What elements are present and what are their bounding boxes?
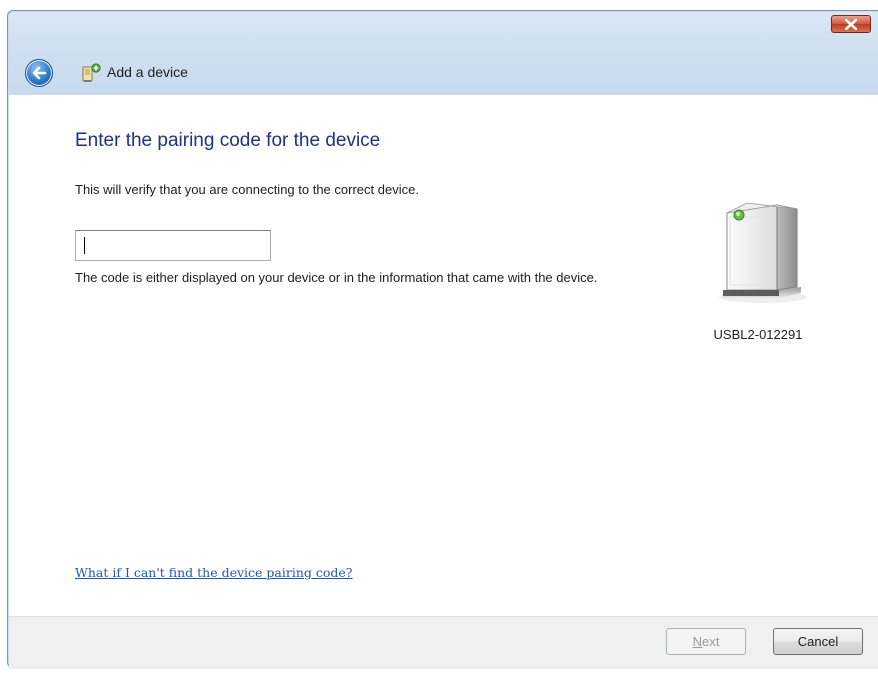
text-caret (84, 237, 85, 254)
help-link[interactable]: What if I can't find the device pairing … (75, 564, 353, 582)
close-icon (845, 19, 857, 30)
next-label-rest: ext (702, 634, 720, 649)
close-button[interactable] (831, 15, 871, 33)
back-arrow-icon (32, 66, 47, 80)
title-bar: Add a device (9, 12, 878, 96)
next-button[interactable]: Next (666, 628, 746, 655)
pairing-code-input[interactable] (75, 230, 271, 261)
device-name-label: USBL2-012291 (713, 327, 803, 342)
pairing-code-hint: The code is either displayed on your dev… (75, 270, 598, 285)
computer-tower-icon (719, 202, 807, 303)
page-description: This will verify that you are connecting… (75, 182, 419, 197)
content-area: Enter the pairing code for the device Th… (9, 95, 878, 616)
add-device-icon (82, 63, 101, 82)
window-title: Add a device (107, 64, 188, 80)
footer-bar: Next Cancel (9, 616, 878, 669)
next-label-accel: N (692, 634, 703, 649)
page-heading: Enter the pairing code for the device (75, 130, 381, 151)
cancel-button[interactable]: Cancel (773, 628, 863, 655)
back-button[interactable] (25, 59, 53, 87)
dialog-window: Add a device Enter the pairing code for … (7, 10, 878, 669)
